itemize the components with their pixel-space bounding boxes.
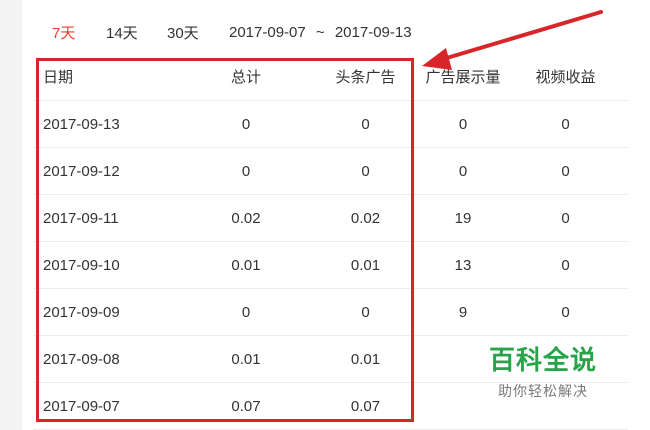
header-headline-ads: 头条广告 <box>335 68 396 86</box>
header-ad-impressions: 广告展示量 <box>425 68 501 86</box>
cell-date: 2017-09-13 <box>43 115 120 133</box>
table-header-row: 日期 总计 头条广告 广告展示量 视频收益 <box>33 52 628 101</box>
cell-date: 2017-09-11 <box>43 209 119 227</box>
watermark-subtitle: 助你轻松解决 <box>498 383 588 399</box>
header-date: 日期 <box>43 68 74 86</box>
date-range-end: 2017-09-13 <box>334 23 412 41</box>
date-range-separator: ~ <box>315 23 325 41</box>
date-range-start: 2017-09-07 <box>229 23 306 41</box>
cell-headline-ads: 0 <box>361 115 370 133</box>
cell-ad-impressions: 19 <box>454 209 472 227</box>
cell-video-earnings: 0 <box>561 209 570 227</box>
cell-video-earnings: 0 <box>561 256 570 274</box>
cell-total: 0.02 <box>231 209 261 227</box>
cell-video-earnings: 0 <box>561 115 570 133</box>
cell-ad-impressions: 9 <box>458 303 468 321</box>
cell-ad-impressions: 13 <box>454 256 472 274</box>
cell-video-earnings: 0 <box>561 162 570 180</box>
range-tab-30-days[interactable]: 30天 <box>167 22 199 43</box>
cell-ad-impressions: 0 <box>458 115 468 133</box>
cell-date: 2017-09-10 <box>43 256 120 274</box>
cell-date: 2017-09-09 <box>43 303 120 321</box>
cell-total: 0.01 <box>231 256 261 274</box>
cell-video-earnings: 0 <box>561 303 570 321</box>
cell-headline-ads: 0 <box>361 303 370 321</box>
range-tab-14-days[interactable]: 14天 <box>106 22 138 43</box>
cell-headline-ads: 0.02 <box>350 209 381 227</box>
date-range-picker[interactable]: 2017-09-07 ~ 2017-09-13 <box>229 24 412 41</box>
table-row: 2017-09-10 0.01 0.01 13 0 <box>33 242 628 289</box>
table-row: 2017-09-12 0 0 0 0 <box>33 148 628 195</box>
range-tab-7-days[interactable]: 7天 <box>52 22 75 43</box>
header-total: 总计 <box>230 68 261 86</box>
header-video-earnings: 视频收益 <box>535 68 596 86</box>
cell-total: 0.01 <box>231 350 261 368</box>
cell-headline-ads: 0 <box>361 162 370 180</box>
table-row: 2017-09-13 0 0 0 0 <box>33 101 628 148</box>
cell-date: 2017-09-07 <box>43 397 120 415</box>
table-row: 2017-09-11 0.02 0.02 19 0 <box>33 195 628 242</box>
cell-total: 0 <box>241 162 251 180</box>
watermark-logo: 百科全说 助你轻松解决 <box>478 340 608 401</box>
cell-headline-ads: 0.01 <box>350 350 381 368</box>
watermark-title: 百科全说 <box>488 345 597 375</box>
table-row: 2017-09-09 0 0 9 0 <box>33 289 628 336</box>
cell-ad-impressions: 0 <box>458 162 468 180</box>
cell-date: 2017-09-08 <box>43 350 120 368</box>
cell-headline-ads: 0.01 <box>350 256 381 274</box>
cell-total: 0 <box>241 115 251 133</box>
cell-total: 0.07 <box>231 397 261 415</box>
cell-total: 0 <box>241 303 251 321</box>
cell-headline-ads: 0.07 <box>350 397 381 415</box>
date-range-bar: 7天 14天 30天 2017-09-07 ~ 2017-09-13 <box>22 14 650 50</box>
cell-date: 2017-09-12 <box>43 162 120 180</box>
